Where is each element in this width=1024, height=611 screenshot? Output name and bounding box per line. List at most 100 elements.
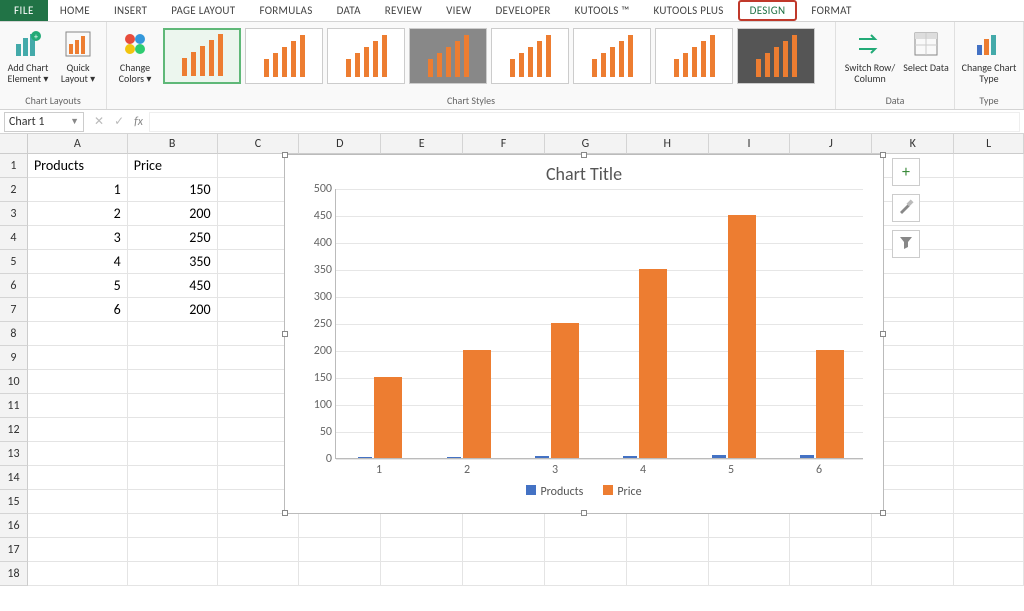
row-header[interactable]: 1 [0, 154, 28, 178]
cell[interactable] [28, 538, 128, 562]
name-box-dropdown-icon[interactable]: ▼ [70, 116, 79, 127]
tab-insert[interactable]: INSERT [102, 0, 159, 21]
row-header[interactable]: 6 [0, 274, 28, 298]
formula-input[interactable] [149, 112, 1020, 132]
cell[interactable] [872, 418, 954, 442]
col-header-D[interactable]: D [299, 134, 381, 154]
chart-style-6[interactable] [573, 28, 651, 84]
col-header-G[interactable]: G [545, 134, 627, 154]
row-header[interactable]: 2 [0, 178, 28, 202]
cell[interactable] [299, 514, 381, 538]
cell[interactable] [954, 226, 1024, 250]
tab-view[interactable]: VIEW [434, 0, 483, 21]
cell[interactable] [299, 562, 381, 586]
cell[interactable] [128, 562, 218, 586]
cell[interactable]: 4 [28, 250, 128, 274]
change-chart-type-button[interactable]: Change Chart Type [959, 24, 1019, 92]
col-header-F[interactable]: F [463, 134, 545, 154]
cell[interactable] [790, 514, 872, 538]
cell[interactable] [954, 250, 1024, 274]
cell[interactable] [28, 418, 128, 442]
resize-handle-s[interactable] [581, 510, 587, 516]
cell[interactable] [28, 346, 128, 370]
cell[interactable] [28, 394, 128, 418]
cell[interactable] [790, 562, 872, 586]
cell[interactable] [381, 562, 463, 586]
row-header[interactable]: 4 [0, 226, 28, 250]
cell[interactable] [381, 514, 463, 538]
cell[interactable] [954, 442, 1024, 466]
resize-handle-nw[interactable] [282, 152, 288, 158]
tab-review[interactable]: REVIEW [373, 0, 434, 21]
cell[interactable] [28, 490, 128, 514]
cell[interactable]: 6 [28, 298, 128, 322]
cell[interactable] [954, 274, 1024, 298]
tab-format[interactable]: FORMAT [799, 0, 863, 21]
cell[interactable] [128, 466, 218, 490]
change-colors-button[interactable]: Change Colors ▾ [111, 24, 159, 92]
cell[interactable] [28, 322, 128, 346]
cell[interactable] [872, 562, 954, 586]
cell[interactable]: 1 [28, 178, 128, 202]
row-header[interactable]: 18 [0, 562, 28, 586]
cell[interactable] [128, 514, 218, 538]
row-header[interactable]: 14 [0, 466, 28, 490]
cell[interactable]: 350 [128, 250, 218, 274]
cell[interactable] [872, 370, 954, 394]
chart-style-3[interactable] [327, 28, 405, 84]
select-all-corner[interactable] [0, 134, 28, 154]
add-chart-element-button[interactable]: + Add Chart Element ▾ [4, 24, 52, 92]
cell[interactable]: 450 [128, 274, 218, 298]
cell[interactable] [627, 514, 709, 538]
cell[interactable] [709, 562, 791, 586]
cell[interactable] [28, 514, 128, 538]
row-header[interactable]: 13 [0, 442, 28, 466]
tab-developer[interactable]: DEVELOPER [483, 0, 562, 21]
row-header[interactable]: 12 [0, 418, 28, 442]
tab-data[interactable]: DATA [325, 0, 373, 21]
cell[interactable]: 2 [28, 202, 128, 226]
chart-filters-button[interactable] [892, 230, 920, 258]
row-header[interactable]: 8 [0, 322, 28, 346]
resize-handle-n[interactable] [581, 152, 587, 158]
cell[interactable] [954, 298, 1024, 322]
row-header[interactable]: 16 [0, 514, 28, 538]
tab-kutools[interactable]: KUTOOLS ™ [563, 0, 642, 21]
tab-file[interactable]: FILE [0, 0, 48, 21]
quick-layout-button[interactable]: Quick Layout ▾ [54, 24, 102, 92]
select-data-button[interactable]: Select Data [902, 24, 950, 92]
cell[interactable]: 200 [128, 202, 218, 226]
cell[interactable]: 3 [28, 226, 128, 250]
cell[interactable] [218, 562, 300, 586]
cell[interactable] [709, 538, 791, 562]
col-header-A[interactable]: A [28, 134, 128, 154]
cell[interactable] [463, 562, 545, 586]
row-header[interactable]: 7 [0, 298, 28, 322]
cell[interactable] [872, 394, 954, 418]
cell[interactable] [954, 394, 1024, 418]
cell[interactable] [872, 346, 954, 370]
cell[interactable] [627, 562, 709, 586]
chart-styles-button[interactable] [892, 194, 920, 222]
tab-design[interactable]: DESIGN [738, 0, 798, 21]
row-header[interactable]: 9 [0, 346, 28, 370]
cell[interactable]: 5 [28, 274, 128, 298]
cell[interactable]: 250 [128, 226, 218, 250]
chart-style-1[interactable] [163, 28, 241, 84]
cell[interactable] [28, 466, 128, 490]
cell[interactable] [954, 466, 1024, 490]
cell[interactable] [872, 274, 954, 298]
cell[interactable] [28, 562, 128, 586]
col-header-K[interactable]: K [872, 134, 954, 154]
cell[interactable] [463, 514, 545, 538]
row-header[interactable]: 3 [0, 202, 28, 226]
cell[interactable] [954, 154, 1024, 178]
col-header-J[interactable]: J [790, 134, 872, 154]
enter-icon[interactable]: ✓ [114, 114, 124, 129]
col-header-L[interactable]: L [954, 134, 1024, 154]
cell[interactable] [954, 562, 1024, 586]
chart-object[interactable]: Chart Title 0501001502002503003504004505… [284, 154, 884, 514]
chart-style-5[interactable] [491, 28, 569, 84]
chart-title[interactable]: Chart Title [285, 155, 883, 189]
cell[interactable] [790, 538, 872, 562]
